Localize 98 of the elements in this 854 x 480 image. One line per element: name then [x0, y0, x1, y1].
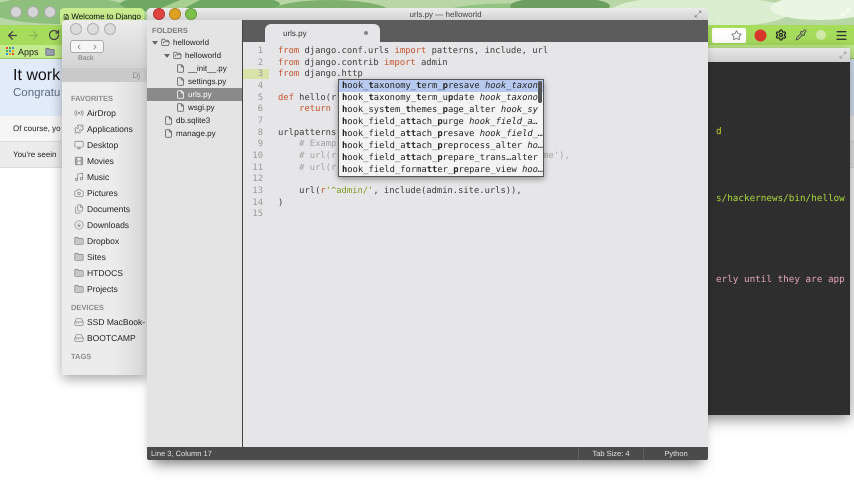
file-icon: [176, 90, 185, 99]
file-tab[interactable]: urls.py: [265, 24, 380, 42]
file-tree-item[interactable]: db.sqlite3: [147, 114, 242, 127]
sidebar-item[interactable]: Applications: [71, 121, 133, 137]
line-number: 14: [251, 198, 264, 208]
fullscreen-icon[interactable]: [694, 10, 702, 18]
page-icon: [63, 12, 70, 20]
address-bar[interactable]: [712, 28, 746, 42]
line-number: 5: [256, 92, 264, 103]
window-title: urls.py — helloworld: [408, 10, 483, 18]
monitor-icon: [74, 140, 84, 150]
file-icon: [164, 129, 173, 138]
sidebar-item[interactable]: Music: [71, 169, 110, 185]
line-number: 9: [256, 139, 264, 150]
code-line: from django.conf.urls import patterns, include, url: [278, 46, 548, 56]
zoom-button[interactable]: [104, 23, 116, 35]
sidebar-item[interactable]: BOOTCAMP: [71, 330, 136, 346]
autocomplete-item[interactable]: hook_taxonomy_term_presave hook_taxon: [339, 80, 543, 92]
airdrop-icon: [74, 108, 84, 118]
code-line: def hello(r: [278, 92, 336, 103]
line-number: 7: [256, 116, 264, 126]
back-icon[interactable]: [6, 28, 19, 42]
folder-icon[interactable]: [44, 46, 55, 56]
terminal-line: d: [716, 126, 722, 137]
folder-icon: [74, 268, 84, 278]
folder-icon: [74, 252, 84, 262]
line-number: 8: [256, 128, 264, 138]
close-button[interactable]: [153, 8, 165, 20]
eyedropper-icon[interactable]: [795, 29, 807, 41]
minimize-button[interactable]: [169, 8, 181, 20]
folder-icon: [74, 284, 84, 294]
file-icon: [176, 64, 185, 73]
code-line: from django.contrib import admin: [278, 58, 448, 68]
film-icon: [74, 156, 84, 166]
bookmark[interactable]: Apps: [6, 46, 39, 56]
autocomplete-item[interactable]: hook_field_attach_preprocess_alter ho…: [339, 140, 543, 152]
file-icon: [164, 116, 173, 125]
page-subheading: Congratu: [13, 87, 60, 99]
apps-grid-icon: [6, 47, 15, 56]
line-number: 2: [256, 58, 264, 68]
autocomplete-item[interactable]: hook_field_attach_prepare_trans…alter: [339, 152, 543, 164]
download-icon: [74, 220, 84, 230]
sidebar-item[interactable]: HTDOCS: [71, 265, 123, 281]
line-number: 4: [256, 80, 264, 91]
code-line: ): [278, 198, 284, 208]
sidebar-item[interactable]: Downloads: [71, 217, 130, 233]
code-line: return: [298, 104, 331, 114]
line-number: 10: [251, 151, 264, 162]
sidebar-item[interactable]: Dropbox: [71, 233, 120, 249]
line-number: 13: [251, 186, 264, 196]
terminal-line: erly until they are app: [716, 274, 845, 285]
line-number: 3: [243, 69, 269, 80]
file-tree-item[interactable]: helloworld: [147, 49, 242, 62]
line-number: 6: [256, 104, 264, 114]
folder-icon: [74, 236, 84, 246]
reload-icon[interactable]: [48, 29, 60, 41]
file-tree-item[interactable]: helloworld: [147, 36, 242, 49]
code-line: urlpatterns: [278, 128, 336, 138]
file-icon: [176, 103, 185, 112]
file-tree-item[interactable]: settings.py: [147, 75, 242, 88]
autocomplete-item[interactable]: hook_system_themes_page_alter hook_sy: [339, 104, 543, 116]
file-icon: [176, 77, 185, 86]
file-tree-item[interactable]: __init__.py: [147, 62, 242, 75]
disclosure-triangle-icon[interactable]: [164, 52, 170, 58]
star-icon[interactable]: [731, 30, 742, 40]
documents-icon: [74, 204, 84, 214]
sidebar-item[interactable]: SSD MacBook-: [71, 314, 146, 330]
sidebar-item[interactable]: Pictures: [71, 185, 118, 201]
music-note-icon: [74, 172, 84, 182]
code-line: url(r'^admin/', include(admin.site.urls)),: [298, 186, 522, 196]
sidebar-item[interactable]: Sites: [71, 249, 106, 265]
line-number: 1: [256, 46, 264, 56]
camera-icon: [74, 188, 84, 198]
minimize-button[interactable]: [87, 23, 99, 35]
file-tree-item[interactable]: manage.py: [147, 127, 242, 140]
sidebar-item[interactable]: Projects: [71, 281, 118, 297]
scrollbar[interactable]: [538, 81, 542, 103]
code-line: # url(r: [298, 151, 336, 162]
chevron-left-icon: [75, 42, 83, 50]
line-number: 15: [251, 209, 264, 220]
gear-icon[interactable]: [775, 29, 787, 41]
line-number: 12: [251, 174, 264, 184]
fullscreen-icon[interactable]: [839, 51, 847, 59]
code-line: from django.http: [278, 69, 363, 80]
autocomplete-item[interactable]: hook_taxonomy_term_update hook_taxono: [339, 92, 543, 104]
disclosure-triangle-icon[interactable]: [152, 40, 158, 46]
code-line: # Examp: [298, 139, 336, 150]
zoom-button[interactable]: [185, 8, 197, 20]
sidebar-item[interactable]: Documents: [71, 201, 130, 217]
autocomplete-item[interactable]: hook_field_attach_presave hook_field_…: [339, 128, 543, 140]
menu-icon[interactable]: [835, 28, 848, 42]
chevron-right-icon: [91, 42, 99, 50]
terminal-line: s/hackernews/bin/hellow: [716, 193, 845, 204]
sidebar-item[interactable]: Movies: [71, 153, 114, 169]
autocomplete-item[interactable]: hook_field_attach_purge hook_field_a…: [339, 116, 543, 128]
page-heading: It work: [13, 67, 60, 85]
window-title: Dj: [132, 70, 140, 80]
file-tree-item[interactable]: wsgi.py: [147, 101, 242, 114]
